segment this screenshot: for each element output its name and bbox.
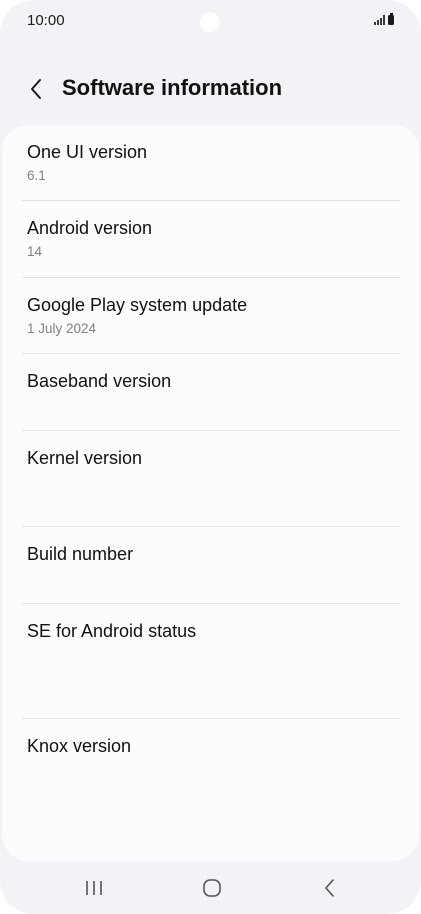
item-title: Android version bbox=[27, 218, 153, 238]
divider bbox=[22, 430, 400, 431]
item-title: Baseband version bbox=[27, 371, 172, 391]
back-icon bbox=[325, 879, 334, 897]
recents-icon bbox=[86, 881, 102, 895]
list-item-knox-version[interactable]: Knox version bbox=[22, 729, 400, 829]
item-value: 1 July 2024 bbox=[27, 321, 97, 336]
item-title: Kernel version bbox=[27, 448, 143, 468]
item-value: 14 bbox=[27, 244, 43, 259]
back-button[interactable] bbox=[22, 74, 50, 104]
list-item-baseband-version[interactable]: Baseband version bbox=[22, 364, 400, 428]
camera-cutout bbox=[200, 12, 220, 32]
list-item-one-ui-version[interactable]: One UI version 6.1 bbox=[22, 135, 400, 199]
signal-icon bbox=[374, 15, 385, 25]
list-item-google-play-system-update[interactable]: Google Play system update 1 July 2024 bbox=[22, 288, 400, 352]
list-item-kernel-version[interactable]: Kernel version bbox=[22, 441, 400, 525]
item-title: Knox version bbox=[27, 736, 132, 756]
home-button[interactable] bbox=[192, 876, 232, 900]
item-title: One UI version bbox=[27, 142, 148, 162]
app-header: Software information bbox=[0, 66, 421, 112]
divider bbox=[22, 200, 400, 201]
navigation-bar bbox=[0, 866, 421, 910]
item-title: Google Play system update bbox=[27, 295, 248, 315]
recents-button[interactable] bbox=[74, 876, 114, 900]
divider bbox=[22, 718, 400, 719]
divider bbox=[22, 603, 400, 604]
status-time: 10:00 bbox=[27, 12, 65, 29]
settings-card: One UI version 6.1 Android version 14 Go… bbox=[2, 125, 419, 861]
item-value: 6.1 bbox=[27, 168, 46, 183]
chevron-left-icon bbox=[31, 79, 41, 99]
item-title: SE for Android status bbox=[27, 621, 197, 641]
divider bbox=[22, 277, 400, 278]
page-title: Software information bbox=[62, 75, 283, 100]
divider bbox=[22, 526, 400, 527]
divider bbox=[22, 353, 400, 354]
nav-back-button[interactable] bbox=[310, 876, 350, 900]
battery-icon bbox=[388, 13, 394, 25]
item-title: Build number bbox=[27, 544, 134, 564]
home-icon bbox=[203, 879, 221, 897]
phone-screen: 10:00 Software information One UI versio… bbox=[0, 0, 421, 914]
list-item-android-version[interactable]: Android version 14 bbox=[22, 211, 400, 275]
list-item-se-for-android-status[interactable]: SE for Android status bbox=[22, 614, 400, 718]
list-item-build-number[interactable]: Build number bbox=[22, 537, 400, 601]
status-icons bbox=[374, 13, 394, 25]
